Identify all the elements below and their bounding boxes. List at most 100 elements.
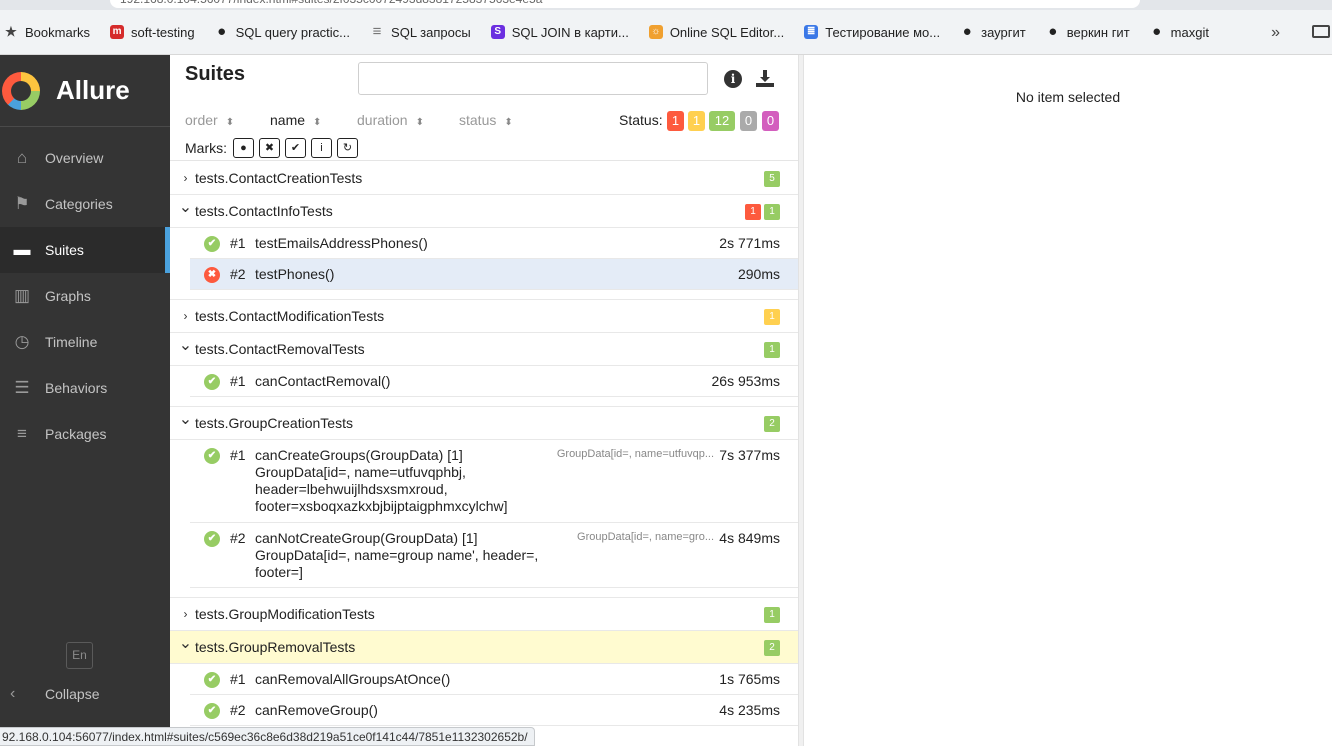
sort-order[interactable]: order ⬍ <box>185 112 234 128</box>
count-badge: 1 <box>764 204 780 220</box>
status-count-skipped[interactable]: 0 <box>740 111 757 131</box>
sidebar-item-categories[interactable]: ⚑ Categories <box>0 181 170 227</box>
test-row[interactable]: ✔ #1 canRemovalAllGroupsAtOnce() 1s 765ms <box>190 664 798 695</box>
test-duration: 4s 849ms <box>719 530 780 546</box>
github-icon: ● <box>217 23 227 40</box>
group-spacer <box>170 397 798 407</box>
test-name: testPhones() <box>255 266 335 282</box>
status-count-broken[interactable]: 1 <box>688 111 705 131</box>
language-switch[interactable]: En <box>66 642 93 669</box>
test-duration: 7s 377ms <box>719 447 780 463</box>
brand-name: Allure <box>56 75 130 105</box>
bookmark-2[interactable]: ● SQL query practic... <box>215 23 351 40</box>
bookmark-label: soft-testing <box>131 24 195 40</box>
bookmark-label: SQL запросы <box>391 24 471 40</box>
more-bookmarks-chevron-icon[interactable]: » <box>1271 24 1280 42</box>
suite-name: tests.GroupModificationTests <box>195 606 375 622</box>
github-icon: ● <box>962 23 972 40</box>
bar-chart-icon: ▥ <box>13 286 31 305</box>
bookmark-7[interactable]: ● заургит <box>960 23 1026 40</box>
info-icon[interactable]: i <box>724 70 742 88</box>
status-count-unknown[interactable]: 0 <box>762 111 779 131</box>
sql-editor-favicon: ☼ <box>648 25 663 39</box>
sort-status[interactable]: status ⬍ <box>459 112 513 128</box>
suite-group[interactable]: ⌄ tests.GroupRemovalTests 2 <box>170 631 798 664</box>
status-count-passed[interactable]: 12 <box>709 111 735 131</box>
info-mark-icon[interactable]: i <box>311 138 332 158</box>
passed-status-icon: ✔ <box>204 703 220 719</box>
status-filter-label: Status: <box>619 112 663 128</box>
suite-name: tests.GroupCreationTests <box>195 415 353 431</box>
status-count-failed[interactable]: 1 <box>667 111 684 131</box>
collapse-button[interactable]: ‹ Collapse <box>10 684 99 704</box>
suite-group[interactable]: › tests.ContactModificationTests 1 <box>170 300 798 333</box>
test-name: canContactRemoval() <box>255 373 391 389</box>
suite-group[interactable]: › tests.GroupModificationTests 1 <box>170 598 798 631</box>
suite-group[interactable]: ⌄ tests.ContactRemovalTests 1 <box>170 333 798 366</box>
sidebar-item-label: Categories <box>45 196 113 212</box>
passed-mark-icon[interactable]: ✔ <box>285 138 306 158</box>
group-spacer <box>170 290 798 300</box>
suites-pane: Suites i order ⬍ name ⬍ duration ⬍ status ⬍ Sta… <box>170 55 798 746</box>
suite-counts: 2 <box>761 416 780 432</box>
link-status-bar: 92.168.0.104:56077/index.html#suites/c56… <box>0 727 535 746</box>
bookmark-3[interactable]: ≡ SQL запросы <box>370 24 471 40</box>
test-row[interactable]: ✔ #1 canContactRemoval() 26s 953ms <box>190 366 798 397</box>
bookmark-6[interactable]: ≣ Тестирование мо... <box>804 25 940 40</box>
retry-icon[interactable]: ↻ <box>337 138 358 158</box>
suite-group[interactable]: › tests.ContactCreationTests 5 <box>170 162 798 195</box>
test-row[interactable]: ✖ #2 testPhones() 290ms <box>190 259 798 290</box>
details-pane: No item selected <box>804 55 1332 746</box>
test-row[interactable]: ✔ #1 testEmailsAddressPhones() 2s 771ms <box>190 228 798 259</box>
sidebar-item-suites[interactable]: ▬ Suites <box>0 227 170 273</box>
s-favicon: S <box>490 25 505 39</box>
suite-counts: 1 <box>761 607 780 623</box>
bookmark-0[interactable]: ★ Bookmarks <box>4 25 90 40</box>
clock-icon: ◷ <box>14 332 30 351</box>
sort-arrows-icon: ⬍ <box>415 117 424 128</box>
search-input[interactable] <box>358 62 708 95</box>
suite-name: tests.ContactCreationTests <box>195 170 363 186</box>
bookmark-9[interactable]: ● maxgit <box>1150 24 1209 40</box>
test-row[interactable]: ✔ #1 canCreateGroups(GroupData) [1] GroupD… <box>190 440 798 523</box>
sort-duration[interactable]: duration ⬍ <box>357 112 424 128</box>
sort-label: duration <box>357 112 408 128</box>
test-number: #1 <box>230 447 246 463</box>
test-number: #2 <box>230 702 246 718</box>
bookmark-4[interactable]: S SQL JOIN в карти... <box>490 24 629 40</box>
sidebar-item-overview[interactable]: ⌂ Overview <box>0 135 170 181</box>
star-icon: ★ <box>5 24 17 39</box>
test-row[interactable]: ✔ #2 canNotCreateGroup(GroupData) [1] Grou… <box>190 523 798 588</box>
test-name: canCreateGroups(GroupData) [1] GroupData… <box>255 447 508 514</box>
bookmark-label: SQL JOIN в карти... <box>511 24 629 40</box>
sort-label: name <box>270 112 306 128</box>
test-number: #2 <box>230 530 246 546</box>
address-bar[interactable]: 192.168.0.104:56077/index.html#suites/2f… <box>110 0 1140 8</box>
chevron-right-icon: › <box>183 171 188 185</box>
bookmark-1[interactable]: m soft-testing <box>110 25 195 40</box>
sidebar: Allure ⌂ Overview ⚑ Categories ▬ Suites ▥ Graph… <box>0 55 170 746</box>
chevron-down-icon: ⌄ <box>178 411 193 428</box>
folder-icon[interactable] <box>1312 25 1330 38</box>
count-badge: 1 <box>764 607 780 623</box>
sidebar-item-behaviors[interactable]: ☰ Behaviors <box>0 365 170 411</box>
suite-group[interactable]: ⌄ tests.GroupCreationTests 2 <box>170 407 798 440</box>
sort-arrows-icon: ⬍ <box>313 117 322 128</box>
sidebar-item-timeline[interactable]: ◷ Timeline <box>0 319 170 365</box>
bookmark-label: SQL query practic... <box>235 24 351 40</box>
suite-group[interactable]: ⌄ tests.ContactInfoTests 1 1 <box>170 195 798 228</box>
sort-name[interactable]: name ⬍ <box>270 112 321 128</box>
failed-mark-icon[interactable]: ✖ <box>259 138 280 158</box>
bookmark-8[interactable]: ● веркин гит <box>1046 24 1129 40</box>
download-icon[interactable] <box>755 68 775 88</box>
flaky-icon[interactable]: ● <box>233 138 254 158</box>
test-row[interactable]: ✔ #2 canRemoveGroup() 4s 235ms <box>190 695 798 726</box>
bookmark-5[interactable]: ☼ Online SQL Editor... <box>648 25 784 40</box>
count-badge: 2 <box>764 640 780 656</box>
brand[interactable]: Allure <box>0 55 170 127</box>
bookmarks-bar: ★ Bookmarks m soft-testing ● SQL query practi… <box>0 10 1332 55</box>
test-number: #1 <box>230 671 246 687</box>
lines-icon: ≡ <box>17 424 27 443</box>
sidebar-item-packages[interactable]: ≡ Packages <box>0 411 170 457</box>
sidebar-item-graphs[interactable]: ▥ Graphs <box>0 273 170 319</box>
